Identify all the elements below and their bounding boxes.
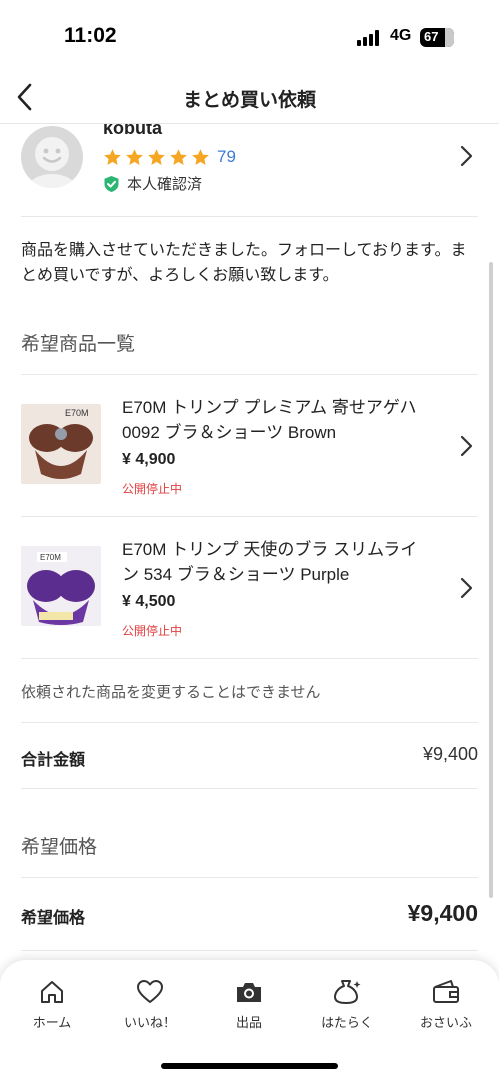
scrollbar[interactable] xyxy=(489,262,493,898)
avatar[interactable] xyxy=(21,126,83,188)
divider xyxy=(21,788,478,789)
divider xyxy=(21,722,478,723)
camera-icon xyxy=(237,983,261,1002)
tab-work-label: はたらく xyxy=(321,1015,373,1030)
svg-text:E70M: E70M xyxy=(40,553,61,562)
divider xyxy=(21,216,478,217)
item-price: ¥ 4,500 xyxy=(122,593,176,610)
divider xyxy=(21,658,478,659)
status-badge: 公開停止中 xyxy=(122,624,183,638)
tab-wallet[interactable]: おさいふ xyxy=(406,978,486,1038)
chevron-right-icon xyxy=(460,435,473,457)
rating-count: 79 xyxy=(217,147,236,166)
navigation-bar: まとめ買い依頼 xyxy=(0,72,499,124)
star-icon xyxy=(148,148,165,165)
item-price: ¥ 4,900 xyxy=(122,451,176,468)
heart-icon xyxy=(137,980,163,1003)
main-content: kobuta 79 本人確認済 商品を購入させていただきました。フォローしており… xyxy=(0,124,499,960)
product-thumbnail[interactable]: E70M xyxy=(21,546,101,626)
tab-home[interactable]: ホーム xyxy=(12,978,92,1038)
star-icon xyxy=(126,148,143,165)
signal-icon xyxy=(357,30,383,46)
tab-work[interactable]: はたらく xyxy=(307,978,387,1038)
network-type: 4G xyxy=(390,27,412,44)
total-value: ¥9,400 xyxy=(422,744,478,764)
money-bag-icon xyxy=(334,980,361,1004)
status-bar: 11:02 4G 67 xyxy=(0,0,499,72)
item-title: E70M トリンプ プレミアム 寄せアゲハ 0092 ブラ＆ショーツ Brown xyxy=(122,398,417,442)
items-section-title: 希望商品一覧 xyxy=(21,334,136,355)
battery-level: 67 xyxy=(424,29,439,44)
star-icon xyxy=(104,148,121,165)
tab-likes-label: いいね！ xyxy=(123,1015,176,1030)
tab-bar: ホーム いいね！ 出品 はたらく おさいふ xyxy=(0,960,499,1080)
divider xyxy=(21,877,478,878)
tab-wallet-label: おさいふ xyxy=(419,1015,472,1030)
rating-stars: 79 xyxy=(103,146,236,168)
tab-home-label: ホーム xyxy=(32,1015,72,1030)
wallet-icon xyxy=(433,980,459,1003)
item-title: E70M トリンプ 天使のブラ スリムライン 534 ブラ＆ショーツ Purpl… xyxy=(122,540,418,584)
status-badge: 公開停止中 xyxy=(122,482,183,496)
chevron-right-icon xyxy=(460,577,473,599)
battery-icon: 67 xyxy=(420,28,454,47)
tab-likes[interactable]: いいね！ xyxy=(110,978,190,1038)
svg-text:E70M: E70M xyxy=(65,408,89,418)
desired-price-value: ¥9,400 xyxy=(407,900,478,926)
status-time: 11:02 xyxy=(64,24,117,47)
request-message: 商品を購入させていただきました。フォローしております。まとめ買いですが、よろしく… xyxy=(21,242,467,284)
total-label: 合計金額 xyxy=(21,752,86,769)
verified-shield-icon xyxy=(104,175,119,192)
divider xyxy=(21,516,478,517)
home-indicator xyxy=(161,1063,338,1069)
tab-sell-label: 出品 xyxy=(235,1015,262,1030)
divider xyxy=(21,374,478,375)
verified-label: 本人確認済 xyxy=(127,176,203,193)
notice-text: 依頼された商品を変更することはできません xyxy=(21,684,321,701)
verified-badge: 本人確認済 xyxy=(103,173,202,194)
product-thumbnail[interactable]: E70M xyxy=(21,404,101,484)
home-icon xyxy=(41,981,63,1003)
page-title: まとめ買い依頼 xyxy=(182,90,316,111)
seller-name: kobuta xyxy=(103,124,163,138)
chevron-right-icon xyxy=(460,145,473,167)
desired-section-title: 希望価格 xyxy=(21,837,98,858)
star-icon xyxy=(170,148,187,165)
star-icon xyxy=(192,148,209,165)
desired-price-label: 希望価格 xyxy=(21,910,86,927)
divider xyxy=(21,950,478,951)
tab-sell[interactable]: 出品 xyxy=(209,978,289,1038)
